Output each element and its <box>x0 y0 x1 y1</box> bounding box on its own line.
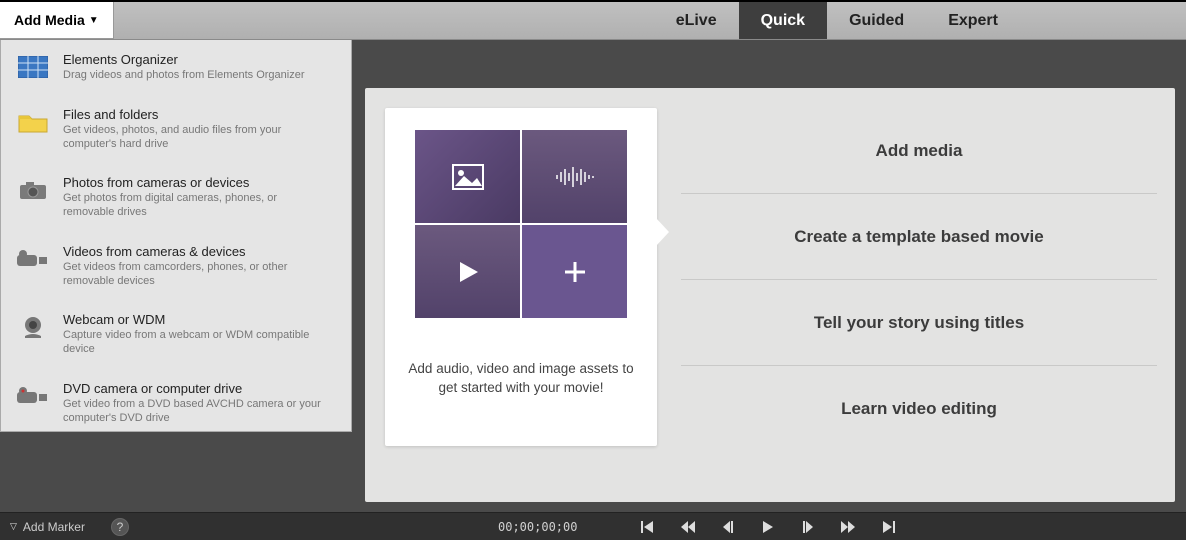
menu-item-title: Elements Organizer <box>63 52 305 67</box>
timecode-display: 00;00;00;00 <box>498 520 577 534</box>
tab-quick[interactable]: Quick <box>739 2 827 39</box>
marker-disclosure-icon: ▽ <box>10 521 17 532</box>
menu-item-title: Videos from cameras & devices <box>63 244 323 259</box>
option-learn-editing[interactable]: Learn video editing <box>681 366 1157 452</box>
top-toolbar: Add Media ▼ eLive Quick Guided Expert <box>0 0 1186 40</box>
media-thumb-grid <box>415 130 627 318</box>
thumb-video <box>415 225 520 318</box>
play-button[interactable] <box>760 521 776 533</box>
option-list: Add media Create a template based movie … <box>681 108 1157 482</box>
menu-item-title: Files and folders <box>63 107 323 122</box>
menu-item-desc: Drag videos and photos from Elements Org… <box>63 69 305 83</box>
step-back-button[interactable] <box>720 521 736 533</box>
prev-button[interactable] <box>680 521 696 533</box>
menu-item-title: Webcam or WDM <box>63 312 323 327</box>
folder-icon <box>17 109 49 135</box>
thumb-audio <box>522 130 627 223</box>
webcam-icon <box>17 314 49 340</box>
option-template-movie[interactable]: Create a template based movie <box>681 194 1157 280</box>
menu-item-desc: Capture video from a webcam or WDM compa… <box>63 329 323 357</box>
camera-icon <box>17 177 49 203</box>
organizer-icon <box>17 54 49 80</box>
menu-item-title: DVD camera or computer drive <box>63 381 323 396</box>
option-story-titles[interactable]: Tell your story using titles <box>681 280 1157 366</box>
tab-elive[interactable]: eLive <box>654 2 739 39</box>
menu-item-webcam[interactable]: Webcam or WDM Capture video from a webca… <box>1 300 351 369</box>
guided-panel: Add audio, video and image assets to get… <box>365 88 1175 502</box>
add-media-label: Add Media <box>14 12 85 28</box>
menu-item-desc: Get videos, photos, and audio files from… <box>63 124 323 152</box>
menu-item-desc: Get video from a DVD based AVCHD camera … <box>63 398 323 426</box>
menu-item-files-folders[interactable]: Files and folders Get videos, photos, an… <box>1 95 351 164</box>
tab-expert[interactable]: Expert <box>926 2 1020 39</box>
go-to-start-button[interactable] <box>640 521 656 533</box>
go-to-end-button[interactable] <box>880 521 896 533</box>
add-marker-label: Add Marker <box>23 520 85 534</box>
add-marker-button[interactable]: ▽ Add Marker <box>0 520 95 534</box>
image-icon <box>452 164 484 190</box>
help-button[interactable]: ? <box>111 518 129 536</box>
waveform-icon <box>555 166 595 188</box>
bottom-bar: ▽ Add Marker ? 00;00;00;00 <box>0 512 1186 540</box>
menu-item-photos-cameras[interactable]: Photos from cameras or devices Get photo… <box>1 163 351 232</box>
menu-item-dvd-camera[interactable]: DVD camera or computer drive Get video f… <box>1 369 351 438</box>
menu-item-desc: Get videos from camcorders, phones, or o… <box>63 261 323 289</box>
mode-tabs: eLive Quick Guided Expert <box>654 2 1020 39</box>
menu-item-title: Photos from cameras or devices <box>63 175 323 190</box>
tab-guided[interactable]: Guided <box>827 2 926 39</box>
step-forward-button[interactable] <box>800 521 816 533</box>
add-media-button[interactable]: Add Media ▼ <box>0 2 114 39</box>
plus-icon <box>563 260 587 284</box>
thumb-image <box>415 130 520 223</box>
main-area: Elements Organizer Drag videos and photo… <box>0 40 1186 512</box>
card-caption: Add audio, video and image assets to get… <box>385 360 657 398</box>
play-icon <box>456 260 480 284</box>
camcorder-icon <box>17 246 49 272</box>
chevron-down-icon: ▼ <box>89 15 99 26</box>
transport-controls <box>640 521 896 533</box>
next-button[interactable] <box>840 521 856 533</box>
option-add-media[interactable]: Add media <box>681 108 1157 194</box>
dvd-camera-icon <box>17 383 49 409</box>
active-card-add-media: Add audio, video and image assets to get… <box>385 108 657 446</box>
menu-item-elements-organizer[interactable]: Elements Organizer Drag videos and photo… <box>1 40 351 95</box>
menu-item-videos-cameras[interactable]: Videos from cameras & devices Get videos… <box>1 232 351 301</box>
thumb-add <box>522 225 627 318</box>
menu-item-desc: Get photos from digital cameras, phones,… <box>63 192 323 220</box>
add-media-dropdown: Elements Organizer Drag videos and photo… <box>0 40 352 432</box>
